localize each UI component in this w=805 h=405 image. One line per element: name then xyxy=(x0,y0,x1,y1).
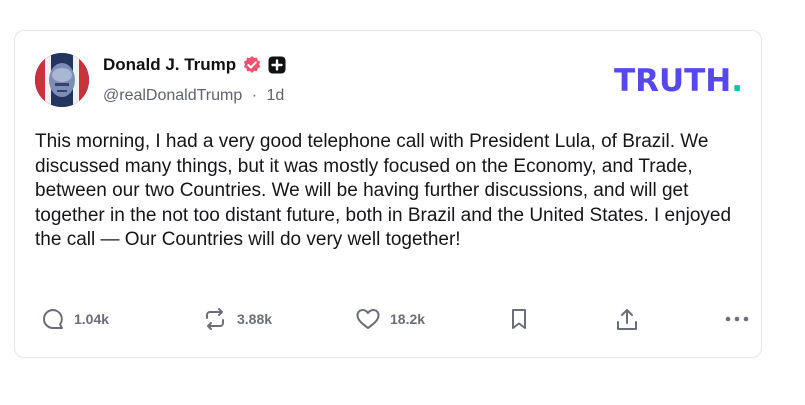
share-button[interactable] xyxy=(614,307,640,333)
verified-badge-icon xyxy=(242,55,262,75)
more-dots-icon xyxy=(724,307,750,331)
retruth-count: 3.88k xyxy=(237,311,273,327)
author-row: Donald J. Trump xyxy=(103,55,286,75)
post-card: Donald J. Trump @realDonaldTrump · 1d TR… xyxy=(14,30,762,358)
truth-logo[interactable]: TRUTH. xyxy=(614,63,743,99)
logo-dot: . xyxy=(731,63,743,99)
handle-row: @realDonaldTrump · 1d xyxy=(103,87,284,105)
action-bar: 1.04k 3.88k 18.2k xyxy=(41,307,751,337)
logo-text: TRUTH xyxy=(613,63,732,99)
like-count: 18.2k xyxy=(390,311,426,327)
more-options-button[interactable] xyxy=(724,307,750,331)
reply-button[interactable]: 1.04k xyxy=(41,307,109,331)
share-upload-icon xyxy=(614,307,640,333)
plus-badge-icon xyxy=(268,56,286,74)
bookmark-icon xyxy=(508,307,530,331)
like-button[interactable]: 18.2k xyxy=(355,307,425,331)
avatar[interactable] xyxy=(35,53,89,107)
heart-icon xyxy=(355,307,381,331)
post-body: This morning, I had a very good telephon… xyxy=(35,131,732,250)
post-age[interactable]: 1d xyxy=(267,87,285,104)
author-name[interactable]: Donald J. Trump xyxy=(103,55,236,75)
repost-arrows-icon xyxy=(202,307,228,331)
bookmark-button[interactable] xyxy=(508,307,530,331)
reply-count: 1.04k xyxy=(74,311,110,327)
comment-bubble-icon xyxy=(41,307,65,331)
separator: · xyxy=(251,87,258,104)
author-handle[interactable]: @realDonaldTrump xyxy=(103,87,242,104)
retruth-button[interactable]: 3.88k xyxy=(202,307,272,331)
